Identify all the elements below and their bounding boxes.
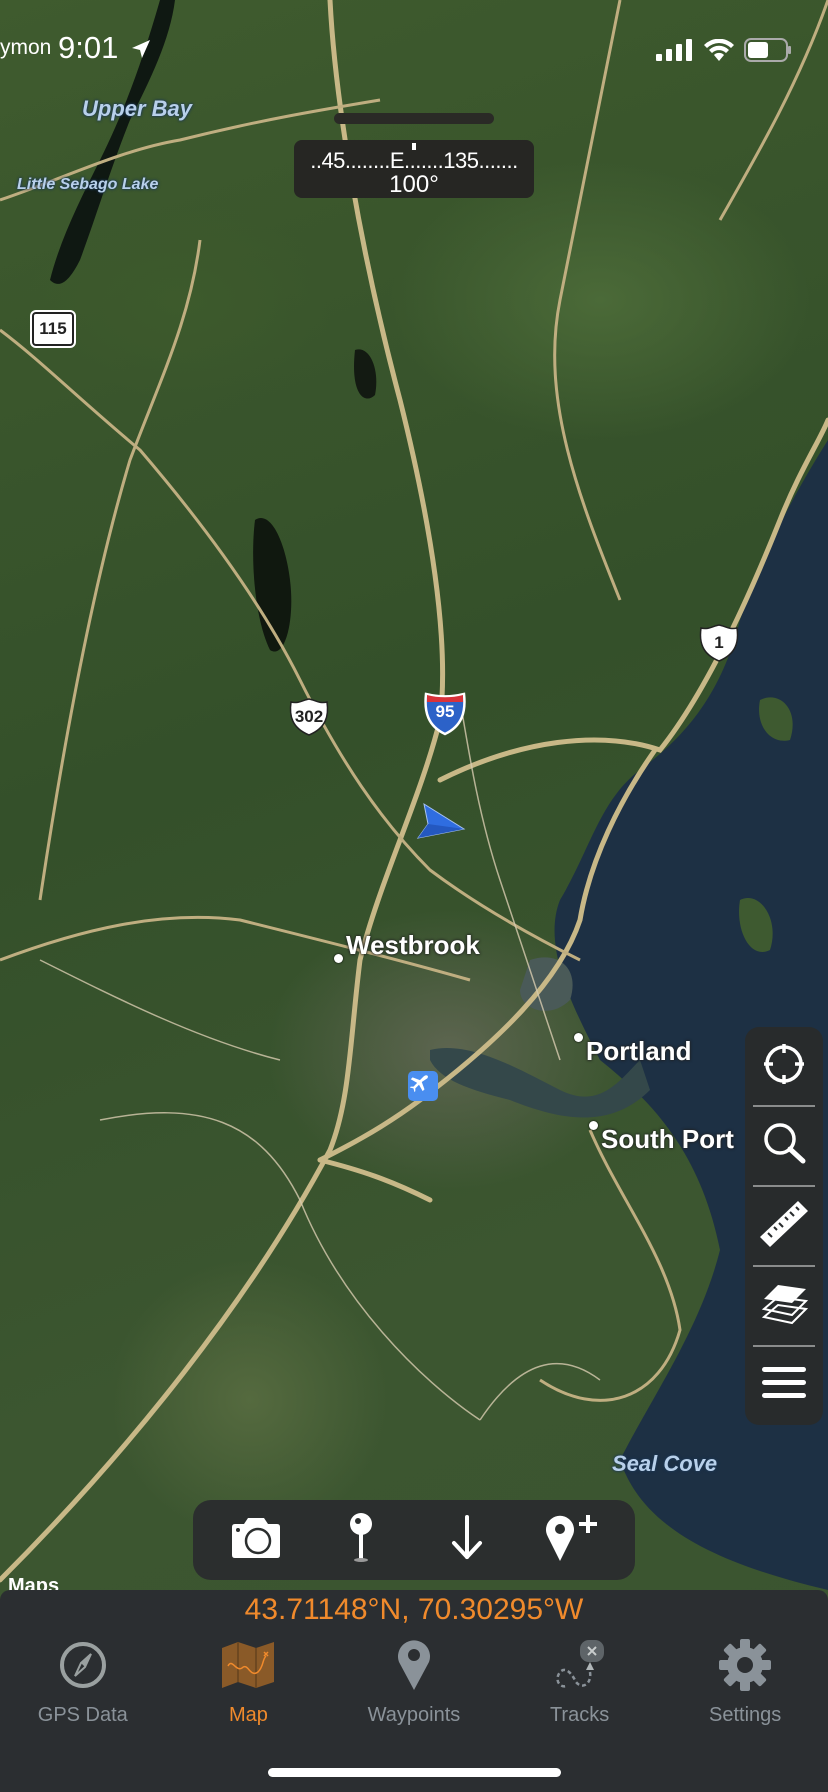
- tab-label-gps-data: GPS Data: [37, 1704, 128, 1726]
- compass-icon: [58, 1640, 108, 1695]
- place-label-portland[interactable]: Portland: [586, 1036, 691, 1067]
- place-label-south-portland[interactable]: South Port: [601, 1124, 734, 1155]
- layers-icon: [758, 1279, 810, 1332]
- menu-button[interactable]: [745, 1347, 823, 1425]
- center-location-button[interactable]: [745, 1027, 823, 1105]
- tab-label-waypoints: Waypoints: [367, 1704, 461, 1726]
- tab-gps-data[interactable]: GPS Data: [0, 1632, 166, 1732]
- compass-heading-value: 100°: [389, 171, 439, 198]
- waypoint-pin-icon: [396, 1638, 432, 1697]
- tab-settings[interactable]: Settings: [662, 1632, 828, 1732]
- map-icon: [220, 1640, 276, 1695]
- camera-button[interactable]: [216, 1505, 296, 1575]
- add-waypoint-button[interactable]: [532, 1505, 612, 1575]
- home-indicator[interactable]: [268, 1768, 561, 1777]
- drop-pin-button[interactable]: [321, 1505, 401, 1575]
- status-time: 9:01: [58, 30, 119, 65]
- route-shield-115: 115: [32, 312, 74, 346]
- tab-waypoints[interactable]: Waypoints: [331, 1632, 497, 1732]
- pin-icon: [347, 1512, 375, 1568]
- compass-drag-handle[interactable]: [334, 113, 494, 124]
- ruler-icon: [758, 1197, 810, 1254]
- download-button[interactable]: [427, 1505, 507, 1575]
- wifi-icon: [704, 38, 734, 66]
- compass-heading-bar[interactable]: ..45........E.......135....... 100°: [294, 140, 534, 198]
- arrow-down-icon: [450, 1514, 484, 1566]
- route-shield-1-number: 1: [714, 633, 724, 652]
- add-location-icon: [544, 1513, 600, 1568]
- place-label-westbrook[interactable]: Westbrook: [346, 930, 480, 961]
- route-shield-1: 1: [698, 624, 740, 662]
- south-portland-dot: [589, 1121, 598, 1130]
- lake-small-2: [354, 349, 377, 399]
- search-icon: [762, 1121, 806, 1170]
- cellular-signal-icon: [656, 39, 694, 66]
- status-bar: ymon 9:01: [0, 0, 828, 100]
- route-shield-i95: 95: [424, 692, 466, 736]
- status-carrier: ymon: [0, 36, 52, 59]
- location-arrow-icon: [130, 38, 152, 65]
- map-action-bar: [193, 1500, 635, 1580]
- airport-icon[interactable]: [408, 1071, 438, 1101]
- current-coordinates: 43.71148°N, 70.30295°W: [244, 1593, 584, 1626]
- crosshair-icon: [762, 1042, 806, 1091]
- menu-icon: [762, 1367, 806, 1404]
- map-tools-panel: [745, 1027, 823, 1425]
- measure-button[interactable]: [745, 1187, 823, 1265]
- water-label-little-sebago-lake: Little Sebago Lake: [17, 176, 159, 193]
- battery-icon: [744, 38, 792, 67]
- layers-button[interactable]: [745, 1267, 823, 1345]
- tracks-icon: [552, 1638, 608, 1697]
- route-shield-302-number: 302: [294, 707, 324, 726]
- tab-label-map: Map: [228, 1704, 268, 1726]
- tab-label-tracks: Tracks: [549, 1704, 610, 1726]
- route-shield-i95-number: 95: [435, 702, 455, 721]
- tab-map[interactable]: Map: [166, 1632, 332, 1732]
- tab-tracks[interactable]: Tracks: [497, 1632, 663, 1732]
- westbrook-dot: [334, 954, 343, 963]
- portland-dot: [574, 1033, 583, 1042]
- minor-roads: [39, 699, 601, 1421]
- tab-label-settings: Settings: [709, 1704, 782, 1726]
- route-shield-302: 302: [288, 698, 330, 736]
- camera-icon: [230, 1517, 282, 1564]
- water-label-seal-cove: Seal Cove: [612, 1451, 718, 1476]
- search-button[interactable]: [745, 1107, 823, 1185]
- tab-bar: GPS Data Map Waypoints Tracks Settings: [0, 1632, 828, 1732]
- gear-icon: [718, 1638, 772, 1697]
